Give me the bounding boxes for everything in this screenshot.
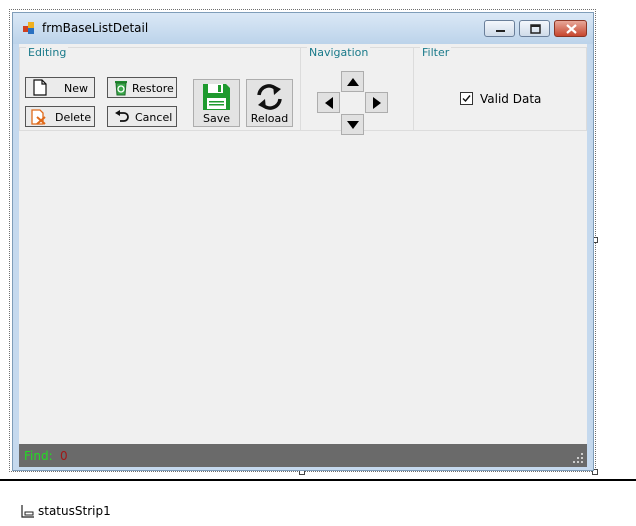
new-document-icon (33, 79, 47, 96)
close-button[interactable] (554, 20, 587, 37)
navigate-up-button[interactable] (341, 71, 364, 92)
cancel-button-label: Cancel (135, 111, 173, 124)
find-label: Find: (24, 449, 53, 463)
delete-button-label: Delete (55, 111, 92, 124)
status-strip: Find: 0 (19, 444, 587, 467)
down-arrow-icon (346, 120, 359, 129)
undo-icon (115, 110, 129, 122)
reload-icon (257, 84, 282, 110)
app-icon (23, 22, 34, 34)
maximize-icon (530, 24, 541, 34)
restore-bin-icon (115, 81, 127, 96)
form-window: frmBaseListDetail Editing Navigation Fil… (12, 12, 594, 471)
close-icon (566, 24, 577, 34)
minimize-button[interactable] (484, 20, 515, 37)
navigate-down-button[interactable] (341, 114, 364, 135)
valid-data-checkbox[interactable] (460, 92, 473, 105)
save-button[interactable]: Save (193, 79, 240, 127)
status-strip-component[interactable]: statusStrip1 (38, 504, 111, 518)
left-arrow-icon (324, 96, 333, 109)
restore-button[interactable]: Restore (107, 77, 177, 98)
window-title: frmBaseListDetail (42, 21, 149, 35)
find-count: 0 (60, 449, 68, 463)
title-bar: frmBaseListDetail (13, 13, 593, 44)
check-icon (462, 95, 471, 103)
navigation-group-label: Navigation (307, 46, 371, 59)
filter-group-label: Filter (420, 46, 452, 59)
minimize-icon (496, 30, 505, 32)
restore-button-label: Restore (132, 82, 174, 95)
reload-button[interactable]: Reload (246, 79, 293, 127)
cancel-button[interactable]: Cancel (107, 106, 177, 127)
reload-button-label: Reload (250, 112, 289, 125)
delete-document-icon (31, 109, 46, 125)
filter-group: Filter (413, 46, 587, 131)
right-arrow-icon (372, 96, 381, 109)
designer-surface: frmBaseListDetail Editing Navigation Fil… (0, 0, 636, 526)
navigate-right-button[interactable] (365, 92, 388, 113)
navigate-left-button[interactable] (317, 92, 340, 113)
status-strip-component-icon (21, 505, 34, 518)
component-tray-divider (0, 479, 636, 481)
delete-button[interactable]: Delete (25, 106, 95, 127)
new-button-label: New (64, 82, 88, 95)
form-client-area: Editing Navigation Filter New Delete Res… (19, 44, 587, 467)
save-button-label: Save (202, 112, 230, 125)
up-arrow-icon (346, 77, 359, 86)
size-grip-icon[interactable] (573, 453, 584, 464)
save-disk-icon (203, 84, 230, 110)
valid-data-label[interactable]: Valid Data (480, 92, 541, 106)
editing-group-label: Editing (26, 46, 69, 59)
new-button[interactable]: New (25, 77, 95, 98)
maximize-button[interactable] (519, 20, 550, 37)
